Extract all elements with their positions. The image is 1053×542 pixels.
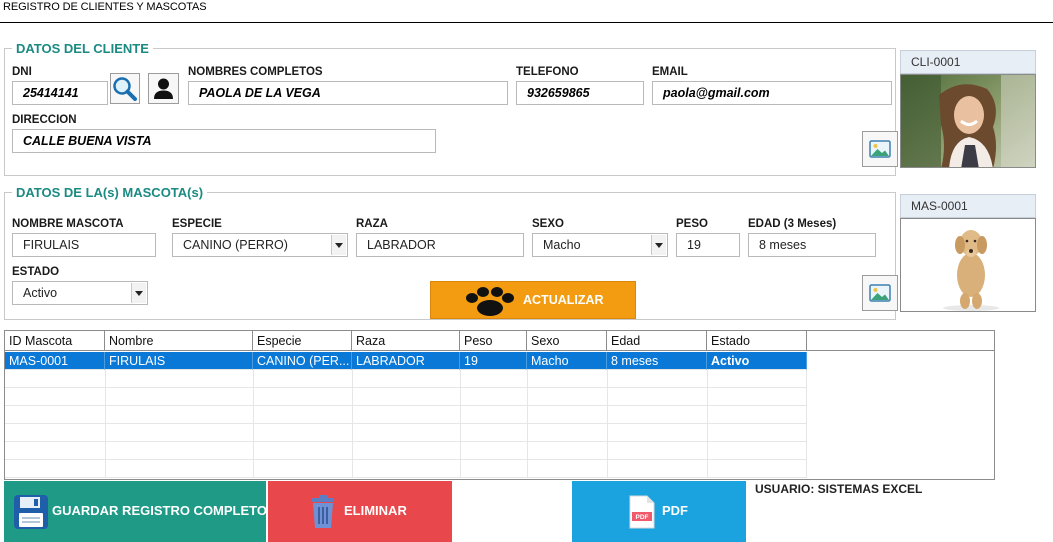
search-client-button[interactable] xyxy=(110,73,140,104)
column-header[interactable]: Peso xyxy=(460,331,527,351)
breed-field[interactable]: LABRADOR xyxy=(356,233,524,257)
table-header: ID Mascota Nombre Especie Raza Peso Sexo… xyxy=(5,331,994,351)
table-cell[interactable]: 19 xyxy=(460,352,527,370)
column-header[interactable]: Sexo xyxy=(527,331,607,351)
client-image-button[interactable] xyxy=(862,131,898,167)
chevron-down-icon[interactable] xyxy=(651,235,666,255)
email-field[interactable]: paola@gmail.com xyxy=(652,81,892,105)
column-header[interactable]: Estado xyxy=(707,331,807,351)
pdf-icon-text: PDF xyxy=(636,514,649,521)
sex-label: SEXO xyxy=(532,218,564,230)
delete-button[interactable]: ELIMINAR xyxy=(268,481,452,542)
chevron-down-icon[interactable] xyxy=(131,283,146,303)
age-label: EDAD (3 Meses) xyxy=(748,218,837,230)
save-record-label: GUARDAR REGISTRO COMPLETO xyxy=(52,503,267,518)
pet-name-field[interactable]: FIRULAIS xyxy=(12,233,156,257)
table-row[interactable]: MAS-0001 FIRULAIS CANINO (PER... LABRADO… xyxy=(5,352,994,370)
species-label: ESPECIE xyxy=(172,218,222,230)
image-icon xyxy=(869,140,891,158)
status-select[interactable]: Activo xyxy=(12,281,148,305)
nombres-label: NOMBRES COMPLETOS xyxy=(188,66,323,78)
table-cell[interactable]: MAS-0001 xyxy=(5,352,105,370)
client-section-title: DATOS DEL CLIENTE xyxy=(12,42,153,56)
pdf-button[interactable]: PDF PDF xyxy=(572,481,746,542)
window-title: REGISTRO DE CLIENTES Y MASCOTAS xyxy=(3,1,207,13)
breed-label: RAZA xyxy=(356,218,388,230)
column-header[interactable]: Especie xyxy=(253,331,352,351)
telefono-label: TELEFONO xyxy=(516,66,579,78)
status-label: ESTADO xyxy=(12,266,60,278)
floppy-disk-icon xyxy=(14,495,48,529)
search-icon xyxy=(113,77,137,101)
person-icon xyxy=(154,78,173,99)
status-value: Activo xyxy=(23,286,58,300)
table-cell[interactable]: LABRADOR xyxy=(352,352,460,370)
species-select[interactable]: CANINO (PERRO) xyxy=(172,233,348,257)
pets-table[interactable]: ID Mascota Nombre Especie Raza Peso Sexo… xyxy=(4,330,995,480)
telefono-field[interactable]: 932659865 xyxy=(516,81,644,105)
sex-value: Macho xyxy=(543,238,581,252)
save-record-button[interactable]: GUARDAR REGISTRO COMPLETO xyxy=(4,481,267,542)
client-section xyxy=(4,48,896,176)
column-header[interactable]: Nombre xyxy=(105,331,253,351)
update-button-label: ACTUALIZAR xyxy=(523,293,604,307)
column-header[interactable]: Raza xyxy=(352,331,460,351)
client-photo xyxy=(900,74,1036,168)
table-cell[interactable]: Activo xyxy=(707,352,807,370)
sex-select[interactable]: Macho xyxy=(532,233,668,257)
pet-name-label: NOMBRE MASCOTA xyxy=(12,218,124,230)
column-header[interactable]: ID Mascota xyxy=(5,331,105,351)
chevron-down-icon[interactable] xyxy=(331,235,346,255)
table-cell[interactable]: FIRULAIS xyxy=(105,352,253,370)
weight-field[interactable]: 19 xyxy=(676,233,740,257)
dni-field[interactable]: 25414141 xyxy=(12,81,108,105)
dni-label: DNI xyxy=(12,66,32,78)
user-status: USUARIO: SISTEMAS EXCEL xyxy=(755,482,923,496)
age-field[interactable]: 8 meses xyxy=(748,233,876,257)
pdf-file-icon: PDF xyxy=(629,495,655,529)
pet-photo-code: MAS-0001 xyxy=(900,194,1036,218)
species-value: CANINO (PERRO) xyxy=(183,238,288,252)
email-label: EMAIL xyxy=(652,66,688,78)
pet-photo xyxy=(900,218,1036,312)
title-bar: REGISTRO DE CLIENTES Y MASCOTAS xyxy=(0,0,1053,23)
paw-icon xyxy=(466,287,514,316)
nombres-field[interactable]: PAOLA DE LA VEGA xyxy=(188,81,508,105)
client-photo-code: CLI-0001 xyxy=(900,50,1036,74)
table-cell[interactable]: 8 meses xyxy=(607,352,707,370)
direccion-field[interactable]: CALLE BUENA VISTA xyxy=(12,129,436,153)
update-button[interactable]: ACTUALIZAR xyxy=(430,281,636,319)
person-button[interactable] xyxy=(148,73,179,104)
pet-section-title: DATOS DE LA(s) MASCOTA(s) xyxy=(12,186,208,200)
column-header[interactable]: Edad xyxy=(607,331,707,351)
direccion-label: DIRECCION xyxy=(12,114,77,126)
weight-label: PESO xyxy=(676,218,708,230)
image-icon xyxy=(869,284,891,302)
table-cell[interactable]: Macho xyxy=(527,352,607,370)
trash-icon xyxy=(312,495,334,528)
empty-rows xyxy=(5,370,807,478)
pdf-label: PDF xyxy=(662,503,688,518)
pet-image-button[interactable] xyxy=(862,275,898,311)
table-cell[interactable]: CANINO (PER... xyxy=(253,352,352,370)
delete-label: ELIMINAR xyxy=(344,503,407,518)
